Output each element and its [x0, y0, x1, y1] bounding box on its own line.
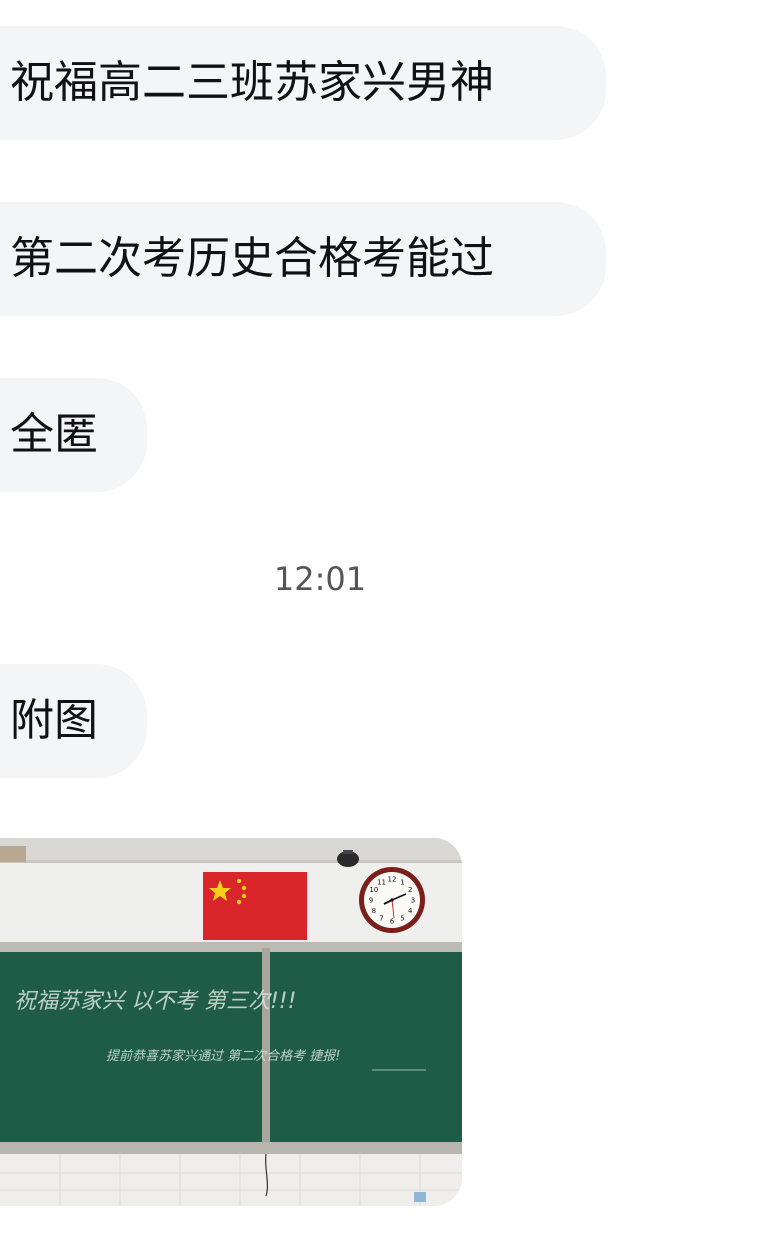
- clock-number: 7: [379, 915, 383, 923]
- image-message[interactable]: 12 1 2 3 4 5 6 7 8 9 10 11 祝福苏家兴 以不考 第三次!!! 提前恭喜苏家兴…: [0, 838, 462, 1206]
- clock-number: 4: [408, 907, 413, 915]
- flag-icon: [203, 872, 307, 940]
- message-timestamp: 12:01: [273, 560, 367, 598]
- clock-number: 6: [390, 918, 395, 926]
- classroom-photo: 12 1234567891011 祝福苏家兴 以不考 第三次!!! 提前恭喜苏家兴…: [0, 838, 462, 1206]
- clock-icon: 12 1234567891011: [359, 867, 425, 933]
- clock-number: 1: [400, 878, 404, 886]
- message-text: 全匿: [10, 409, 98, 460]
- clock-number: 3: [411, 897, 415, 905]
- clock-number: 12: [388, 876, 397, 884]
- clock-number: 10: [369, 886, 378, 894]
- message-text: 附图: [10, 695, 98, 746]
- chalk-text-line-1: 祝福苏家兴 以不考 第三次!!!: [14, 989, 296, 1014]
- clock-number: 2: [408, 886, 412, 894]
- message-text: 祝福高二三班苏家兴男神: [10, 57, 494, 108]
- chat-message-bubble[interactable]: 祝福高二三班苏家兴男神: [0, 26, 606, 140]
- clock-number: 5: [400, 915, 404, 923]
- clock-number: 11: [377, 878, 386, 886]
- message-text: 第二次考历史合格考能过: [10, 233, 494, 284]
- clock-number: 9: [369, 897, 373, 905]
- chat-message-bubble[interactable]: 第二次考历史合格考能过: [0, 202, 606, 316]
- chalk-text-line-2: 提前恭喜苏家兴通过 第二次合格考 捷报!: [106, 1048, 340, 1064]
- chat-message-bubble[interactable]: 附图: [0, 664, 147, 778]
- chat-message-bubble[interactable]: 全匿: [0, 378, 147, 492]
- clock-number: 8: [372, 907, 376, 915]
